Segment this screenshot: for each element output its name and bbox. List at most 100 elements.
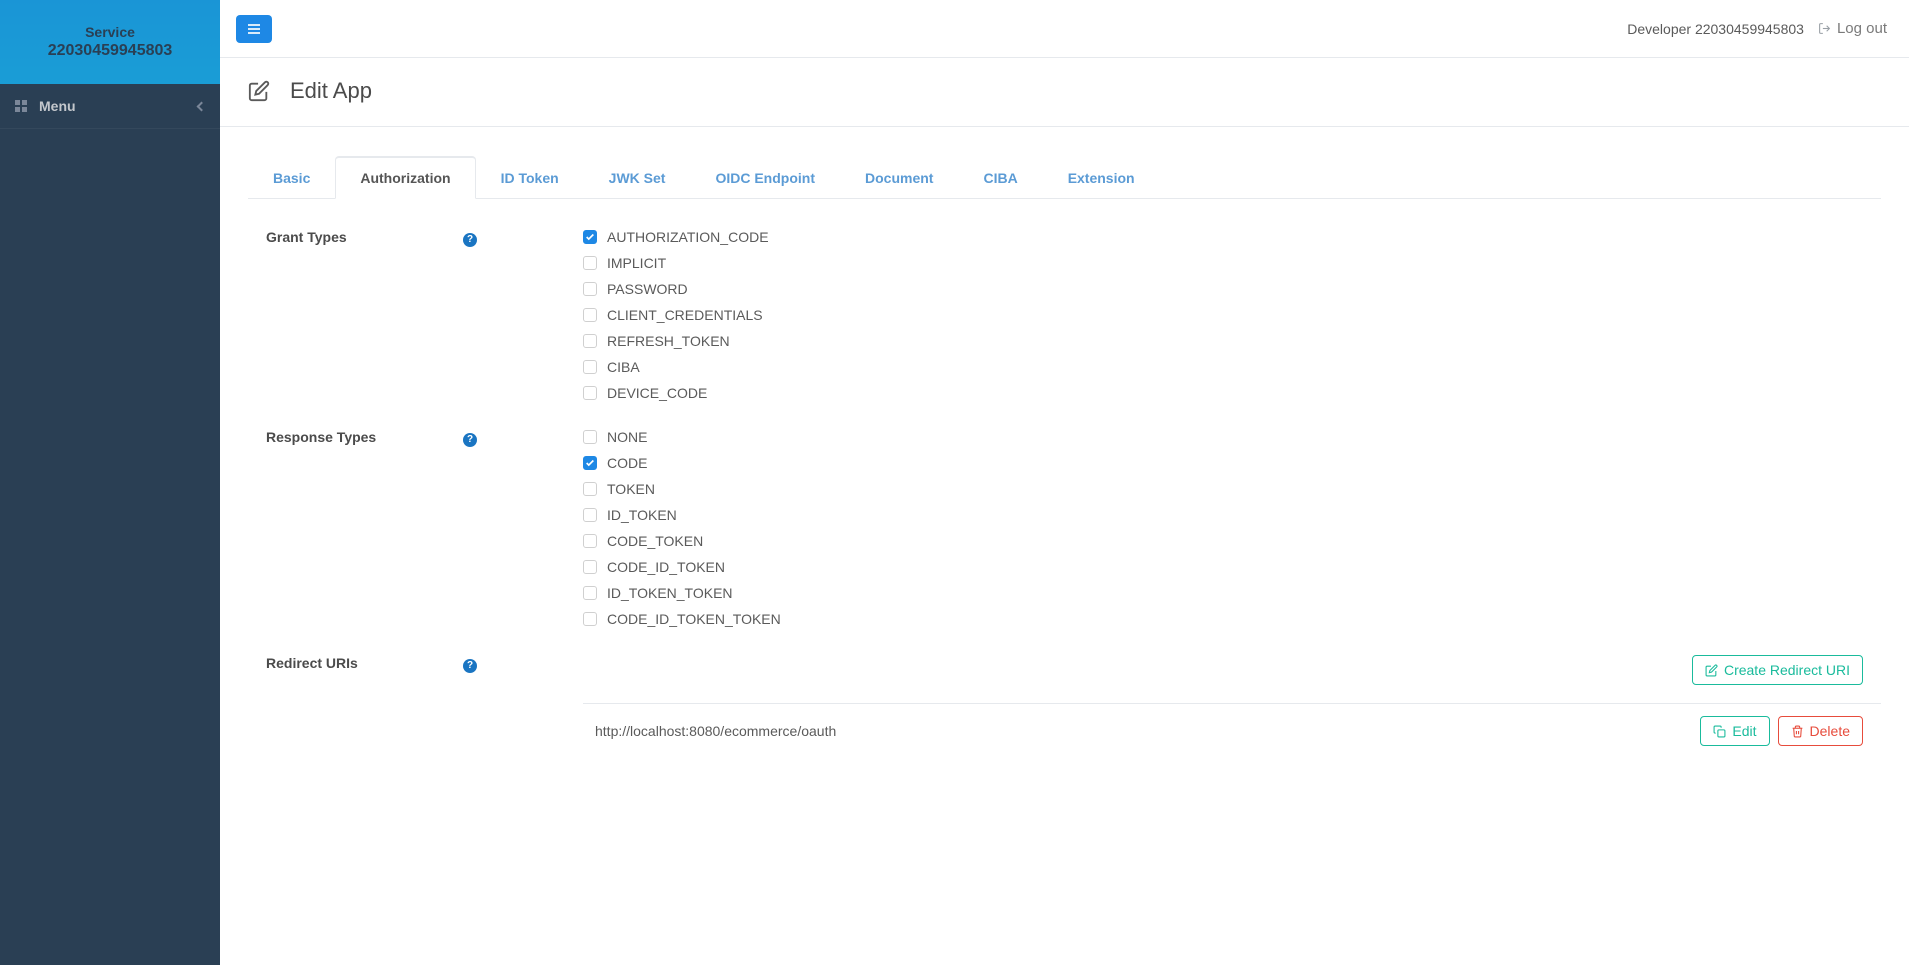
response-type-checkbox[interactable]: [583, 430, 597, 444]
check-icon: [585, 232, 595, 242]
tab-jwk-set[interactable]: JWK Set: [584, 156, 691, 199]
response-type-option-label: CODE_ID_TOKEN_TOKEN: [607, 611, 781, 627]
logout-link[interactable]: Log out: [1818, 20, 1887, 37]
page-header: Edit App: [220, 58, 1909, 127]
sidebar: Service 22030459945803 Menu: [0, 0, 220, 965]
response-type-option-label: CODE_ID_TOKEN: [607, 559, 725, 575]
response-type-option-label: NONE: [607, 429, 647, 445]
create-redirect-uri-label: Create Redirect URI: [1724, 662, 1850, 678]
grant-type-option: AUTHORIZATION_CODE: [583, 229, 1881, 245]
response-type-option: CODE_ID_TOKEN: [583, 559, 1881, 575]
response-type-option: CODE: [583, 455, 1881, 471]
content-area: BasicAuthorizationID TokenJWK SetOIDC En…: [220, 127, 1909, 802]
user-label: Developer 22030459945803: [1627, 21, 1804, 37]
logout-text: Log out: [1837, 20, 1887, 37]
check-icon: [585, 458, 595, 468]
response-types-list: NONE CODE TOKEN ID_TOKEN CODE_TOKEN CODE_ID_T…: [583, 429, 1881, 627]
tab-document[interactable]: Document: [840, 156, 958, 199]
grant-type-checkbox[interactable]: [583, 386, 597, 400]
sidebar-brand[interactable]: Service 22030459945803: [0, 0, 220, 84]
response-type-checkbox[interactable]: [583, 482, 597, 496]
tab-oidc-endpoint[interactable]: OIDC Endpoint: [690, 156, 840, 199]
grant-type-option-label: REFRESH_TOKEN: [607, 333, 730, 349]
tab-extension[interactable]: Extension: [1043, 156, 1160, 199]
response-type-option-label: TOKEN: [607, 481, 655, 497]
redirect-uris-label: Redirect URIs: [266, 655, 463, 746]
trash-icon: [1791, 725, 1804, 738]
response-type-checkbox[interactable]: [583, 586, 597, 600]
edit-icon: [248, 80, 270, 102]
redirect-uri-url: http://localhost:8080/ecommerce/oauth: [595, 723, 836, 739]
response-type-option: NONE: [583, 429, 1881, 445]
redirect-uri-actions: Edit Delete: [1700, 716, 1863, 746]
tabs: BasicAuthorizationID TokenJWK SetOIDC En…: [248, 155, 1881, 199]
grant-type-option-label: PASSWORD: [607, 281, 688, 297]
grant-type-checkbox[interactable]: [583, 360, 597, 374]
help-icon[interactable]: ?: [463, 659, 477, 673]
grant-type-option-label: DEVICE_CODE: [607, 385, 707, 401]
grant-type-option: CIBA: [583, 359, 1881, 375]
page-title-wrap: Edit App: [248, 78, 1881, 104]
redirect-uris-row: Redirect URIs ? Create Redirect URI: [266, 655, 1881, 746]
grant-type-option-label: CIBA: [607, 359, 640, 375]
service-text: Service: [10, 24, 210, 40]
grant-type-checkbox[interactable]: [583, 308, 597, 322]
tab-ciba[interactable]: CIBA: [958, 156, 1042, 199]
delete-redirect-uri-button[interactable]: Delete: [1778, 716, 1863, 746]
response-types-label: Response Types: [266, 429, 463, 627]
sidebar-menu-toggle[interactable]: Menu: [0, 84, 220, 129]
chevron-left-icon: [197, 101, 207, 111]
grid-icon: [15, 100, 27, 112]
response-type-option-label: ID_TOKEN: [607, 507, 677, 523]
service-id: 22030459945803: [10, 42, 210, 60]
grant-type-option: DEVICE_CODE: [583, 385, 1881, 401]
copy-icon: [1713, 725, 1726, 738]
logout-icon: [1818, 22, 1831, 35]
response-type-checkbox[interactable]: [583, 456, 597, 470]
grant-type-option-label: AUTHORIZATION_CODE: [607, 229, 769, 245]
grant-type-checkbox[interactable]: [583, 282, 597, 296]
response-types-row: Response Types ? NONE CODE TOKEN ID_TOKEN CO…: [266, 429, 1881, 627]
delete-label: Delete: [1810, 723, 1850, 739]
redirect-uri-entry: http://localhost:8080/ecommerce/oauth Edi…: [583, 703, 1881, 746]
response-type-option: CODE_ID_TOKEN_TOKEN: [583, 611, 1881, 627]
grant-type-option: REFRESH_TOKEN: [583, 333, 1881, 349]
response-type-checkbox[interactable]: [583, 508, 597, 522]
grant-type-option: CLIENT_CREDENTIALS: [583, 307, 1881, 323]
response-type-option: TOKEN: [583, 481, 1881, 497]
topbar: Developer 22030459945803 Log out: [220, 0, 1909, 58]
response-type-checkbox[interactable]: [583, 612, 597, 626]
redirect-entries: http://localhost:8080/ecommerce/oauth Edi…: [583, 703, 1881, 746]
response-type-option: CODE_TOKEN: [583, 533, 1881, 549]
edit-label: Edit: [1732, 723, 1756, 739]
create-redirect-uri-button[interactable]: Create Redirect URI: [1692, 655, 1863, 685]
edit-icon: [1705, 664, 1718, 677]
response-type-option: ID_TOKEN: [583, 507, 1881, 523]
main-content: Developer 22030459945803 Log out Edit: [220, 0, 1909, 965]
help-icon[interactable]: ?: [463, 233, 477, 247]
tab-id-token[interactable]: ID Token: [476, 156, 584, 199]
edit-redirect-uri-button[interactable]: Edit: [1700, 716, 1769, 746]
response-type-option-label: CODE: [607, 455, 647, 471]
response-type-checkbox[interactable]: [583, 534, 597, 548]
hamburger-icon: [246, 21, 262, 37]
response-type-checkbox[interactable]: [583, 560, 597, 574]
tab-authorization[interactable]: Authorization: [335, 156, 475, 199]
tab-basic[interactable]: Basic: [248, 156, 335, 199]
grant-types-row: Grant Types ? AUTHORIZATION_CODE IMPLICIT…: [266, 229, 1881, 401]
response-type-option-label: CODE_TOKEN: [607, 533, 703, 549]
response-type-option: ID_TOKEN_TOKEN: [583, 585, 1881, 601]
grant-type-option: PASSWORD: [583, 281, 1881, 297]
response-type-option-label: ID_TOKEN_TOKEN: [607, 585, 733, 601]
grant-type-option: IMPLICIT: [583, 255, 1881, 271]
grant-type-option-label: IMPLICIT: [607, 255, 666, 271]
menu-label: Menu: [39, 98, 76, 114]
help-icon[interactable]: ?: [463, 433, 477, 447]
grant-type-checkbox[interactable]: [583, 230, 597, 244]
page-title: Edit App: [290, 78, 372, 104]
grant-type-checkbox[interactable]: [583, 334, 597, 348]
hamburger-button[interactable]: [236, 15, 272, 43]
form-body: Grant Types ? AUTHORIZATION_CODE IMPLICIT…: [248, 199, 1881, 746]
grant-types-label: Grant Types: [266, 229, 463, 401]
grant-type-checkbox[interactable]: [583, 256, 597, 270]
